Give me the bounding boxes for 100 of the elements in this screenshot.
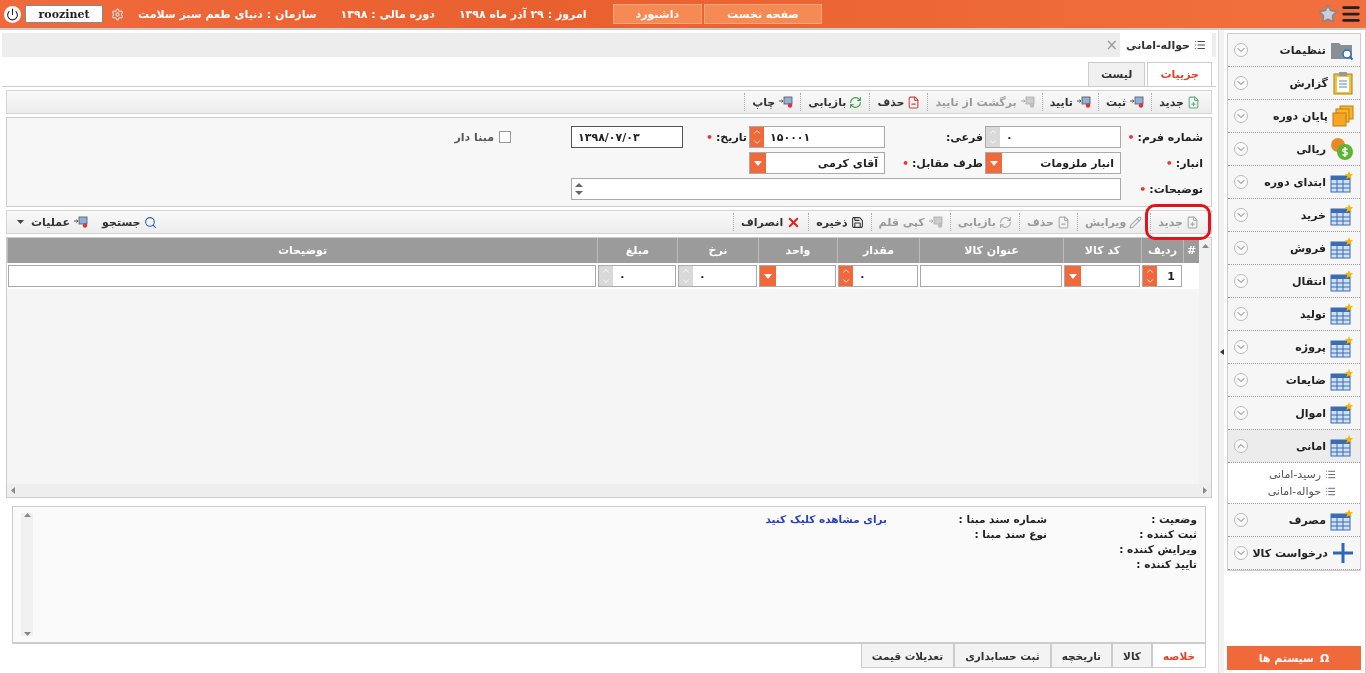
tab[interactable]: تعدیلات قیمت — [860, 644, 955, 668]
sidebar-subitem[interactable]: رسید-امانی — [1228, 466, 1360, 483]
sidebar-item[interactable]: ضایعات — [1228, 364, 1360, 397]
window-arrow-icon — [1019, 96, 1035, 108]
toolbar-button[interactable]: تایید — [1041, 93, 1098, 111]
toolbar-button[interactable]: حذف — [869, 93, 928, 111]
dropdown-button[interactable] — [1065, 266, 1081, 286]
caret-icon[interactable] — [17, 220, 24, 224]
expand-icon[interactable] — [1234, 340, 1248, 354]
expand-icon[interactable] — [1234, 307, 1248, 321]
date-field[interactable]: ۱۳۹۸/۰۷/۰۳ — [571, 126, 683, 148]
dropdown-field[interactable] — [759, 265, 836, 287]
splitter[interactable] — [1218, 30, 1224, 673]
expand-icon[interactable] — [1234, 43, 1248, 57]
menu-icon[interactable] — [1340, 3, 1362, 25]
sidebar-item[interactable]: درخواست کالا — [1228, 537, 1360, 570]
toolbar-button[interactable]: جدید — [1151, 93, 1207, 111]
stack-icon — [1332, 105, 1354, 127]
tab[interactable]: کالا — [1112, 644, 1152, 668]
required-mark: • — [1127, 130, 1135, 144]
toolbar-button[interactable]: انصراف — [733, 213, 809, 231]
scroll-bar[interactable] — [1199, 238, 1211, 484]
expand-icon[interactable] — [1234, 513, 1248, 527]
scroll-up-icon[interactable] — [23, 513, 31, 517]
sidebar-item[interactable]: امانی — [1228, 430, 1360, 463]
tab[interactable]: جزییات — [1147, 62, 1212, 86]
toolbar-button[interactable]: عملیات — [24, 213, 96, 231]
dropdown-button[interactable] — [986, 153, 1002, 173]
dropdown-field[interactable]: انبار ملزومات — [985, 152, 1121, 174]
expand-icon[interactable] — [1234, 406, 1248, 420]
expand-icon[interactable] — [1234, 142, 1248, 156]
dropdown-field[interactable] — [1064, 265, 1140, 287]
sidebar-item[interactable]: پایان دوره — [1228, 100, 1360, 133]
expand-icon[interactable] — [1234, 546, 1248, 560]
dropdown-button[interactable] — [750, 153, 766, 173]
tab[interactable]: خلاصه — [1151, 644, 1206, 668]
toolbar-button[interactable]: ذخیره — [808, 213, 871, 231]
settings-icon[interactable] — [111, 7, 124, 21]
sidebar-item[interactable]: پروژه — [1228, 331, 1360, 364]
expand-icon[interactable] — [1234, 373, 1248, 387]
expand-icon[interactable] — [1234, 109, 1248, 123]
checkbox[interactable] — [499, 131, 511, 143]
text-area[interactable] — [571, 178, 1121, 200]
coins-icon — [1330, 137, 1354, 161]
tab[interactable]: لیست — [1087, 62, 1146, 86]
resize-arrows-icon — [575, 182, 583, 196]
scroll-bar[interactable] — [7, 484, 1211, 497]
sidebar-item[interactable]: فروش — [1228, 232, 1360, 265]
view-link[interactable]: برای مشاهده کلیک کنید — [687, 513, 887, 525]
number-field[interactable]: ۰ — [838, 265, 918, 287]
toolbar-button[interactable]: جستجو — [95, 213, 164, 231]
sidebar-item[interactable]: تولید — [1228, 298, 1360, 331]
sidebar-item[interactable]: مصرف — [1228, 504, 1360, 537]
scroll-up-icon[interactable] — [1201, 244, 1209, 248]
expand-icon[interactable] — [1234, 76, 1248, 90]
expand-icon[interactable] — [1234, 274, 1248, 288]
collapse-icon[interactable] — [1234, 439, 1248, 453]
checkbox-label: مبنا دار — [454, 130, 494, 144]
input-field[interactable] — [920, 265, 1062, 287]
table-star-icon — [1330, 402, 1354, 424]
table-star-icon — [1330, 237, 1354, 259]
spinner-arrows[interactable] — [839, 266, 853, 286]
file-icon — [907, 95, 921, 109]
number-field[interactable]: ۱۵۰۰۰۱ — [749, 126, 885, 148]
document-tab[interactable]: حواله-امانی — [1120, 33, 1212, 57]
spinner-arrows[interactable] — [750, 127, 764, 147]
sidebar-item[interactable]: ریالی — [1228, 133, 1360, 166]
list-icon — [1194, 39, 1206, 51]
scroll-bar[interactable] — [21, 513, 33, 636]
expand-icon[interactable] — [1234, 175, 1248, 189]
window-arrow-icon — [73, 216, 89, 228]
toolbar-button[interactable]: ثبت — [1097, 93, 1152, 111]
input-field[interactable] — [8, 265, 596, 287]
dropdown-button[interactable] — [760, 266, 776, 286]
summary-label: وضعیت : — [1150, 513, 1197, 525]
scroll-down-icon[interactable] — [23, 632, 31, 636]
sidebar-item[interactable]: انتقال — [1228, 265, 1360, 298]
file-icon — [1056, 215, 1070, 229]
star-icon[interactable] — [1318, 4, 1338, 24]
required-mark: • — [1139, 182, 1147, 196]
scroll-right-icon[interactable] — [1203, 487, 1207, 494]
list-icon — [1325, 486, 1336, 497]
tab[interactable]: تاریخچه — [1050, 644, 1113, 668]
sidebar-item[interactable]: تنظیمات — [1228, 34, 1360, 67]
spinner-arrows[interactable] — [1143, 266, 1157, 286]
sidebar-subitem[interactable]: حواله-امانی — [1228, 483, 1360, 500]
number-field[interactable]: 1 — [1142, 265, 1182, 287]
expand-icon[interactable] — [1234, 241, 1248, 255]
toolbar-button[interactable]: بازیابی — [800, 93, 870, 111]
power-icon[interactable] — [4, 5, 21, 23]
field-label: شماره فرم: — [1137, 130, 1203, 144]
dropdown-field[interactable]: آقای کرمی — [749, 152, 885, 174]
sidebar-item[interactable]: خرید — [1228, 199, 1360, 232]
sidebar-item[interactable]: گزارش — [1228, 67, 1360, 100]
sidebar-item[interactable]: ابتدای دوره — [1228, 166, 1360, 199]
expand-icon[interactable] — [1234, 208, 1248, 222]
collapse-arrow-icon — [1219, 348, 1224, 355]
scroll-left-icon[interactable] — [11, 487, 15, 494]
tab[interactable]: ثبت حسابداری — [954, 644, 1051, 668]
toolbar-button[interactable]: چاپ — [744, 93, 801, 111]
